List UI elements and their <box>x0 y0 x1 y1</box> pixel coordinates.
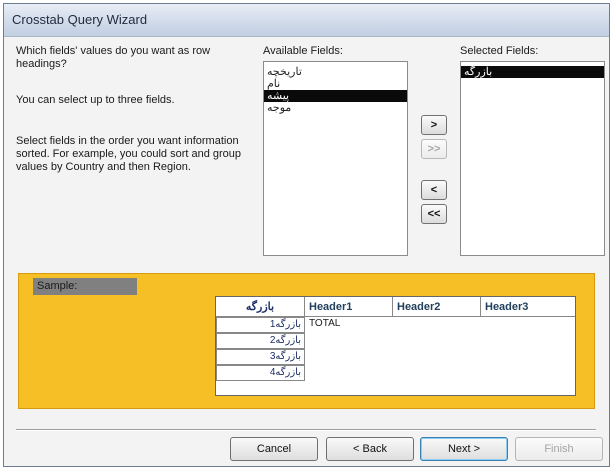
add-field-button[interactable]: > <box>421 115 447 135</box>
column-header-1: Header1 <box>305 297 393 317</box>
sample-label: Sample: <box>33 278 137 295</box>
list-item[interactable]: بازرگه <box>461 66 604 78</box>
sample-row-heading: بازرگه2 <box>216 333 305 349</box>
sample-grid: بازرگه Header1 Header2 Header3 TOTAL باز… <box>215 296 576 396</box>
column-header-3: Header3 <box>481 297 575 317</box>
selected-fields-list[interactable]: بازرگه <box>460 61 605 256</box>
available-fields-label: Available Fields: <box>263 45 343 57</box>
available-fields-list[interactable]: تاریخچه نام پیشه موجه <box>263 61 408 256</box>
sample-row-heading: بازرگه1 <box>216 317 305 333</box>
footer-divider <box>16 429 596 430</box>
instruction-order: Select fields in the order you want info… <box>16 135 242 173</box>
list-item[interactable]: نام <box>264 78 407 90</box>
column-header-2: Header2 <box>393 297 481 317</box>
add-all-fields-button[interactable]: >> <box>421 139 447 159</box>
window-title: Crosstab Query Wizard <box>12 12 148 27</box>
list-item[interactable]: تاریخچه <box>264 66 407 78</box>
finish-button[interactable]: Finish <box>515 437 603 461</box>
instruction-limit: You can select up to three fields. <box>16 94 175 106</box>
row-heading-header: بازرگه <box>216 297 305 317</box>
selected-fields-label: Selected Fields: <box>460 45 539 57</box>
sample-panel: Sample: بازرگه Header1 Header2 Header3 T… <box>18 273 595 409</box>
crosstab-wizard-window: Crosstab Query Wizard Which fields' valu… <box>3 3 610 467</box>
total-label: TOTAL <box>309 318 341 329</box>
next-button[interactable]: Next > <box>420 437 508 461</box>
title-bar[interactable]: Crosstab Query Wizard <box>4 4 609 37</box>
remove-all-fields-button[interactable]: << <box>421 204 447 224</box>
sample-row-heading: بازرگه3 <box>216 349 305 365</box>
remove-field-button[interactable]: < <box>421 180 447 200</box>
cancel-button[interactable]: Cancel <box>230 437 318 461</box>
wizard-body: Which fields' values do you want as row … <box>4 37 609 466</box>
back-button[interactable]: < Back <box>326 437 414 461</box>
sample-row-heading: بازرگه4 <box>216 365 305 381</box>
instruction-question: Which fields' values do you want as row … <box>16 45 211 70</box>
list-item[interactable]: پیشه <box>264 90 407 102</box>
list-item[interactable]: موجه <box>264 102 407 114</box>
